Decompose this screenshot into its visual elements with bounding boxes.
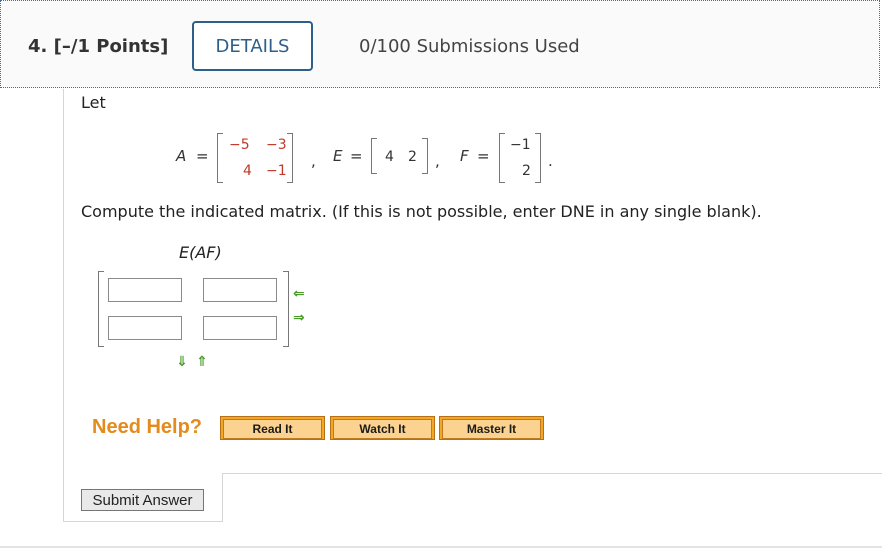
watch-it-button[interactable]: Watch It <box>330 416 435 440</box>
answer-cell-r1c2[interactable] <box>203 278 277 302</box>
question-prompt: Compute the indicated matrix. (If this i… <box>81 202 762 221</box>
master-it-button[interactable]: Master It <box>439 416 544 440</box>
matrix-a-name: A <box>176 147 187 165</box>
arrow-right-icon[interactable]: ⇒ <box>293 311 305 325</box>
matrix-a-left-bracket <box>217 133 223 183</box>
matrix-f-cell: −1 <box>510 137 531 153</box>
need-help-label: Need Help? <box>92 416 203 438</box>
submissions-count: 0/100 Submissions Used <box>359 36 580 57</box>
expression-label: E(AF) <box>179 243 222 262</box>
matrix-a-cell: −3 <box>266 137 287 153</box>
matrix-a-equals: = <box>196 147 209 165</box>
matrix-a-right-bracket <box>287 133 293 183</box>
question-frame-bottom <box>63 521 223 522</box>
page-divider <box>0 546 882 548</box>
matrix-f-equals: = <box>477 147 490 165</box>
matrix-e-equals: = <box>350 147 363 165</box>
arrow-left-icon[interactable]: ⇐ <box>293 287 305 301</box>
matrix-f-name: F <box>460 147 469 165</box>
answer-right-bracket <box>283 271 289 347</box>
matrix-e-left-bracket <box>371 138 377 174</box>
question-frame-left <box>63 89 64 522</box>
matrix-e-cell: 2 <box>408 149 417 165</box>
matrix-e-separator: , <box>435 152 440 170</box>
matrix-f-cell: 2 <box>522 163 531 179</box>
matrix-a-cell: −5 <box>229 137 250 153</box>
answer-left-bracket <box>98 271 104 347</box>
matrix-f-separator: . <box>548 152 553 170</box>
details-button[interactable]: DETAILS <box>192 21 313 71</box>
question-number: 4. <box>28 36 48 57</box>
question-points: 4. [–/1 Points] <box>28 36 168 57</box>
matrix-e-cell: 4 <box>385 149 394 165</box>
answer-cell-r2c1[interactable] <box>108 316 182 340</box>
read-it-label: Read It <box>223 419 322 439</box>
matrix-f-right-bracket <box>535 133 541 183</box>
arrow-down-icon[interactable]: ⇓ <box>176 355 188 369</box>
matrix-e-name: E <box>333 147 343 165</box>
intro-text: Let <box>81 93 106 112</box>
matrix-a-separator: , <box>311 152 316 170</box>
read-it-button[interactable]: Read It <box>220 416 325 440</box>
answer-cell-r2c2[interactable] <box>203 316 277 340</box>
arrow-up-icon[interactable]: ⇑ <box>196 355 208 369</box>
matrix-e-right-bracket <box>422 138 428 174</box>
points-label: [–/1 Points] <box>53 36 169 57</box>
answer-cell-r1c1[interactable] <box>108 278 182 302</box>
matrix-a-cell: 4 <box>243 163 252 179</box>
submit-answer-button[interactable]: Submit Answer <box>81 489 204 511</box>
watch-it-label: Watch It <box>333 419 432 439</box>
question-frame-right <box>222 473 223 522</box>
master-it-label: Master It <box>442 419 541 439</box>
matrix-f-left-bracket <box>499 133 505 183</box>
divider <box>222 473 882 474</box>
matrix-a-cell: −1 <box>266 163 287 179</box>
